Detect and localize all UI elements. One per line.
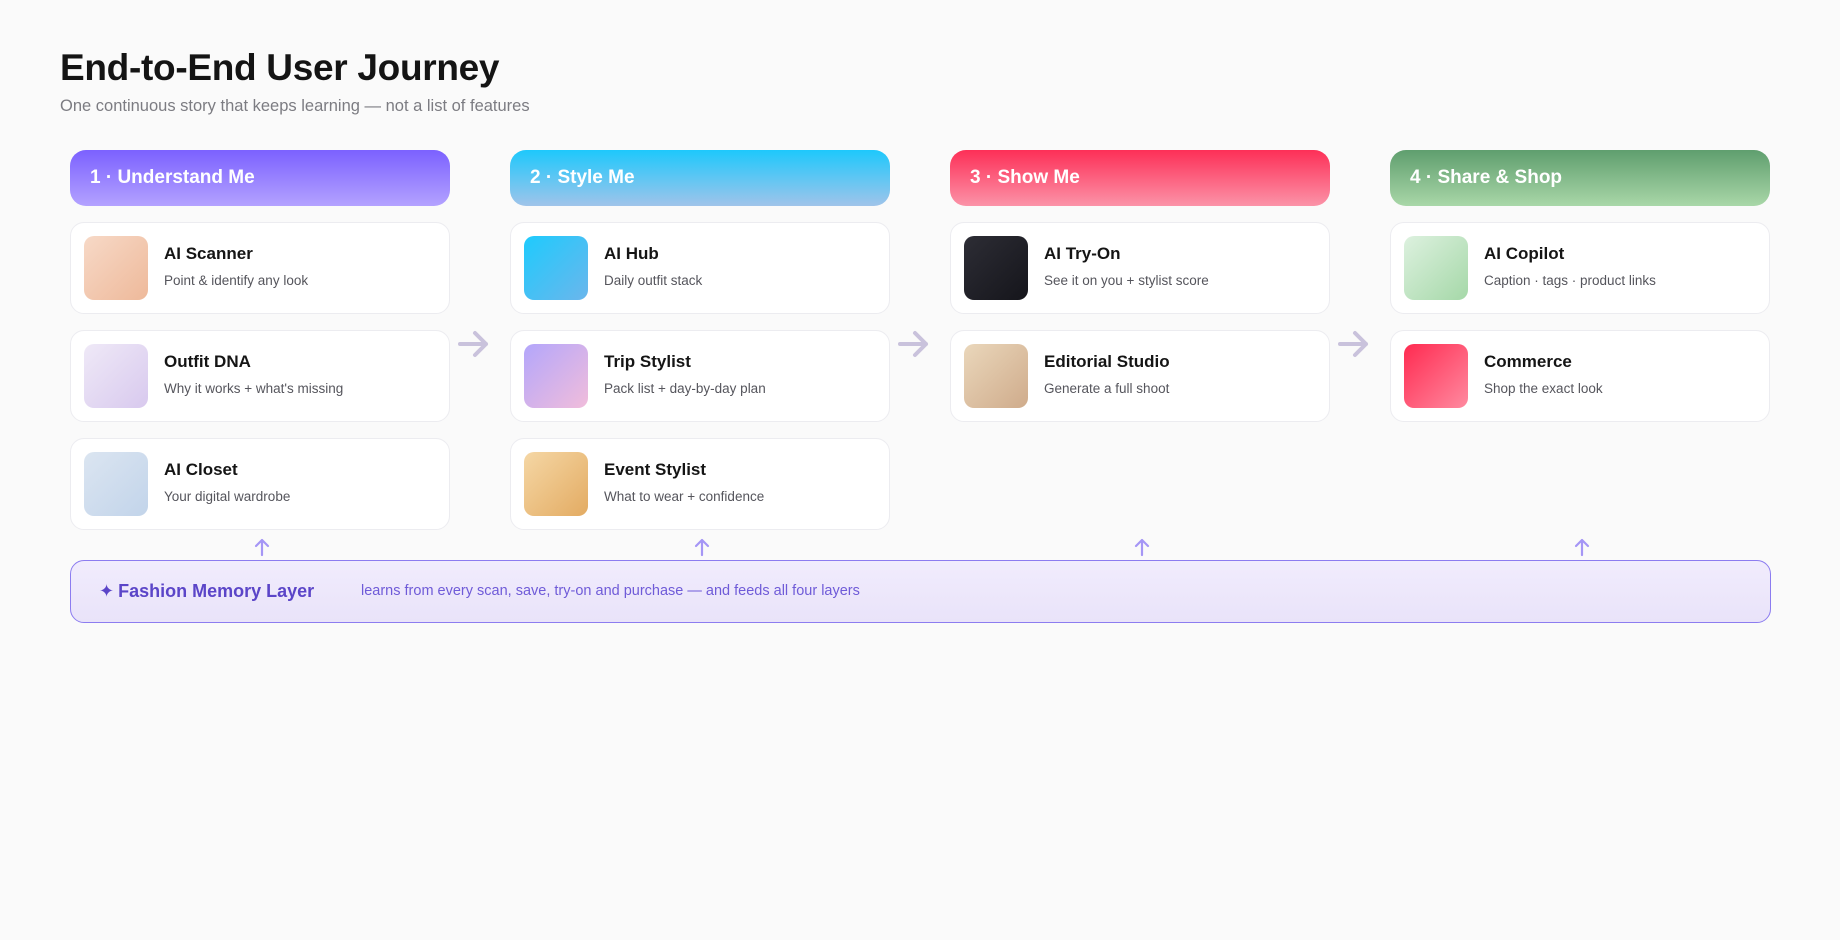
page-subtitle: One continuous story that keeps learning… [60, 97, 530, 115]
stage-column-show-me: 3 · Show Me AI Try-On See it on you + st… [950, 150, 1330, 422]
arrow-up-icon [1134, 538, 1150, 557]
card-description: Caption · tags · product links [1484, 273, 1656, 288]
outfit-dna-thumbnail [84, 344, 148, 408]
ai-copilot-thumbnail [1404, 236, 1468, 300]
stage-column-share-shop: 4 · Share & Shop AI Copilot Caption · ta… [1390, 150, 1770, 422]
event-stylist-thumbnail [524, 452, 588, 516]
card-description: Generate a full shoot [1044, 381, 1170, 396]
feature-card-ai-scanner[interactable]: AI Scanner Point & identify any look [70, 222, 450, 314]
card-title: Editorial Studio [1044, 352, 1170, 371]
commerce-thumbnail [1404, 344, 1468, 408]
card-description: Daily outfit stack [604, 273, 703, 288]
card-title: AI Closet [164, 460, 238, 479]
card-title: Event Stylist [604, 460, 707, 479]
feature-card-commerce[interactable]: Commerce Shop the exact look [1390, 330, 1770, 422]
stage-column-style-me: 2 · Style Me AI Hub Daily outfit stack T… [510, 150, 890, 530]
card-description: See it on you + stylist score [1044, 273, 1209, 288]
memory-layer-title-text: Fashion Memory Layer [118, 581, 315, 601]
memory-layer-title: ✦ Fashion Memory Layer [99, 581, 314, 602]
arrow-up-icon [1574, 538, 1590, 557]
stage-header-understand-me: 1 · Understand Me [70, 150, 450, 206]
stage-header-show-me: 3 · Show Me [950, 150, 1330, 206]
arrow-right-icon [898, 331, 928, 357]
card-description: Why it works + what's missing [164, 381, 344, 396]
card-description: Pack list + day-by-day plan [604, 381, 766, 396]
feature-card-ai-copilot[interactable]: AI Copilot Caption · tags · product link… [1390, 222, 1770, 314]
card-title: Trip Stylist [604, 352, 691, 371]
arrow-up-icon [254, 538, 270, 557]
feature-card-trip-stylist[interactable]: Trip Stylist Pack list + day-by-day plan [510, 330, 890, 422]
feature-card-ai-hub[interactable]: AI Hub Daily outfit stack [510, 222, 890, 314]
ai-scanner-thumbnail [84, 236, 148, 300]
feature-card-outfit-dna[interactable]: Outfit DNA Why it works + what's missing [70, 330, 450, 422]
card-title: AI Copilot [1484, 244, 1565, 263]
stage-column-understand-me: 1 · Understand Me AI Scanner Point & ide… [70, 150, 450, 530]
card-description: Your digital wardrobe [164, 489, 291, 504]
card-title: Commerce [1484, 352, 1572, 371]
card-title: Outfit DNA [164, 352, 251, 371]
fashion-memory-layer: ✦ Fashion Memory Layer learns from every … [70, 560, 1771, 623]
card-description: Point & identify any look [164, 273, 309, 288]
arrow-up-icon [694, 538, 710, 557]
page-title: End-to-End User Journey [60, 47, 500, 88]
arrow-right-icon [458, 331, 488, 357]
editorial-studio-thumbnail [964, 344, 1028, 408]
card-title: AI Scanner [164, 244, 253, 263]
feature-card-ai-closet[interactable]: AI Closet Your digital wardrobe [70, 438, 450, 530]
trip-stylist-thumbnail [524, 344, 588, 408]
ai-try-on-thumbnail [964, 236, 1028, 300]
ai-closet-thumbnail [84, 452, 148, 516]
card-description: Shop the exact look [1484, 381, 1603, 396]
arrow-right-icon [1338, 331, 1368, 357]
stage-header-share-shop: 4 · Share & Shop [1390, 150, 1770, 206]
feature-card-ai-try-on[interactable]: AI Try-On See it on you + stylist score [950, 222, 1330, 314]
stage-header-style-me: 2 · Style Me [510, 150, 890, 206]
card-description: What to wear + confidence [604, 489, 765, 504]
memory-layer-description: learns from every scan, save, try-on and… [361, 583, 860, 599]
feature-card-editorial-studio[interactable]: Editorial Studio Generate a full shoot [950, 330, 1330, 422]
sparkle-icon: ✦ [99, 581, 115, 601]
card-title: AI Try-On [1044, 244, 1121, 263]
card-title: AI Hub [604, 244, 659, 263]
feature-card-event-stylist[interactable]: Event Stylist What to wear + confidence [510, 438, 890, 530]
ai-hub-thumbnail [524, 236, 588, 300]
